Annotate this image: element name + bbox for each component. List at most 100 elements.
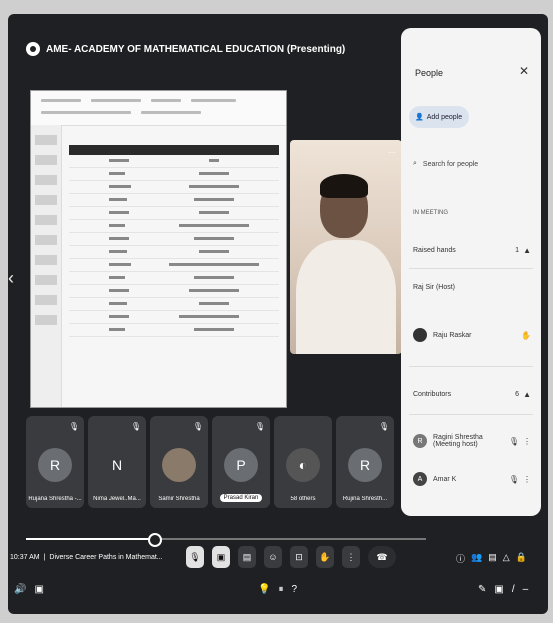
avatar: R [38, 448, 72, 482]
time-label: 10:37 AM [10, 554, 40, 561]
pen-icon[interactable]: ✎ [478, 584, 486, 595]
participant-tile[interactable]: 🎙 Samir Shrestha [150, 416, 208, 508]
avatar [162, 448, 196, 482]
more-vert-icon[interactable]: ⋮ [523, 437, 531, 446]
avatar: R [348, 448, 382, 482]
mic-off-icon: 🎙 [68, 422, 79, 431]
minimize-icon[interactable]: – [523, 584, 529, 595]
progress-fill [26, 538, 154, 540]
chevron-up-icon[interactable]: ▲ [523, 246, 531, 255]
app-logo-icon [26, 42, 40, 56]
meeting-header: AME- ACADEMY OF MATHEMATICAL EDUCATION (… [26, 36, 398, 62]
shared-screen-toolbar [31, 91, 286, 126]
contributors-count: 6 [515, 391, 520, 398]
close-icon[interactable]: ✕ [519, 64, 529, 78]
speaker-icon[interactable]: 🔊 [14, 584, 26, 595]
participant-row[interactable]: R Ragini Shrestha (Meeting host) 🎙 ⋮ [413, 434, 531, 448]
participant-tile[interactable]: 🎙 N Nima Jewel..Ma... [88, 416, 146, 508]
tile-name: Rujina Shresth... [342, 496, 388, 502]
participant-tile[interactable]: 🎙 R Rujina Shresth... [336, 416, 394, 508]
speaker-video: ⋯ [290, 140, 402, 354]
search-input[interactable]: Search for people [423, 161, 478, 168]
raised-hands-row[interactable]: Raised hands 1 ▲ [413, 246, 531, 255]
info-icon[interactable]: ⓘ [456, 552, 465, 565]
raised-hands-count: 1 [515, 247, 520, 254]
participant-row[interactable]: A Amar K 🎙 ⋮ [413, 472, 531, 486]
tile-name: Samir Shrestha [158, 496, 200, 502]
avatar: A [413, 472, 427, 486]
participant-tile[interactable]: ◐ 58 others [274, 416, 332, 508]
divider [409, 366, 533, 367]
add-person-icon: 👤 [415, 114, 424, 121]
tile-name: Nima Jewel..Ma... [93, 496, 141, 502]
draw-icon[interactable]: / [512, 584, 515, 595]
participant-hand-row[interactable]: Raju Raskar ✋ [413, 328, 531, 342]
more-options-icon[interactable]: ⋯ [388, 148, 396, 157]
divider [409, 414, 533, 415]
pause-icon[interactable]: ⏸ [278, 584, 283, 595]
taskbar-center: 💡 ⏸ ? [258, 584, 297, 595]
in-meeting-label: IN MEETING [413, 210, 449, 216]
contributors-label: Contributors [413, 391, 452, 398]
raised-hands-label: Raised hands [413, 247, 456, 254]
leave-call-button[interactable]: ☎ [368, 546, 396, 568]
screen-icon[interactable]: ▣ [34, 584, 43, 595]
mic-off-icon: 🎙 [130, 422, 141, 431]
meeting-name: Diverse Career Paths in Mathemat... [49, 554, 163, 561]
taskbar-left: 🔊 ▣ [14, 584, 44, 595]
chat-icon[interactable]: ▤ [488, 552, 497, 565]
hosted-label: Raj Sir (Host) [413, 284, 456, 291]
mic-off-icon: 🎙 [508, 436, 519, 446]
chevron-up-icon[interactable]: ▲ [523, 390, 531, 399]
tile-name: 58 others [290, 496, 316, 502]
hosted-row[interactable]: Raj Sir (Host) [413, 284, 531, 291]
mic-off-icon: 🎙 [192, 422, 203, 431]
contributors-row[interactable]: Contributors 6 ▲ [413, 390, 531, 399]
divider [409, 268, 533, 269]
light-icon[interactable]: 💡 [258, 584, 270, 595]
tile-name: Prasad Kiran [220, 494, 262, 502]
taskbar-right: ✎ ▣ / – [478, 584, 528, 595]
people-icon[interactable]: 👥 [471, 552, 482, 565]
more-options-button[interactable]: ⋮ [342, 546, 360, 568]
host-controls-icon[interactable]: 🔒 [516, 552, 527, 565]
chevron-left-icon[interactable]: ‹ [8, 268, 14, 289]
participant-name: Raju Raskar [433, 331, 472, 339]
captions-button[interactable]: ▤ [238, 546, 256, 568]
search-icon: ⌕ [413, 160, 417, 167]
meeting-window: AME- ACADEMY OF MATHEMATICAL EDUCATION (… [8, 14, 548, 614]
mic-button[interactable]: 🎙 [186, 546, 204, 568]
progress-knob[interactable] [148, 533, 162, 547]
activities-icon[interactable]: △ [503, 552, 510, 565]
avatar: R [413, 434, 427, 448]
avatar: P [224, 448, 258, 482]
present-button[interactable]: ⊡ [290, 546, 308, 568]
people-panel: People ✕ 👤 Add people ⌕ Search for peopl… [401, 28, 541, 516]
mic-off-icon: 🎙 [254, 422, 265, 431]
add-people-label: Add people [426, 113, 463, 121]
add-people-button[interactable]: 👤 Add people [409, 106, 469, 128]
progress-bar[interactable] [26, 533, 426, 547]
shared-screen-sidebar [31, 125, 62, 407]
others-avatars-icon: ◐ [286, 448, 320, 482]
tile-name: Rujana Shrestha -... [28, 496, 82, 502]
avatar: N [111, 457, 123, 473]
shared-screen-table [69, 145, 279, 337]
raise-hand-button[interactable]: ✋ [316, 546, 334, 568]
mic-off-icon: 🎙 [378, 422, 389, 431]
screen-capture-icon[interactable]: ▣ [494, 584, 503, 595]
participant-name: Ragini Shrestha (Meeting host) [433, 434, 483, 448]
participant-name: Amar K [433, 475, 457, 483]
avatar [413, 328, 427, 342]
meeting-title: AME- ACADEMY OF MATHEMATICAL EDUCATION (… [46, 43, 346, 55]
reactions-button[interactable]: ☺ [264, 546, 282, 568]
hand-raised-icon: ✋ [521, 330, 531, 340]
participant-tile[interactable]: 🎙 R Rujana Shrestha -... [26, 416, 84, 508]
more-vert-icon[interactable]: ⋮ [523, 475, 531, 484]
people-panel-title: People [415, 68, 444, 78]
camera-button[interactable]: ▣ [212, 546, 230, 568]
mic-off-icon: 🎙 [508, 474, 519, 484]
help-icon[interactable]: ? [291, 584, 297, 595]
participant-tile[interactable]: 🎙 P Prasad Kiran [212, 416, 270, 508]
people-search[interactable]: ⌕ Search for people [413, 160, 531, 168]
